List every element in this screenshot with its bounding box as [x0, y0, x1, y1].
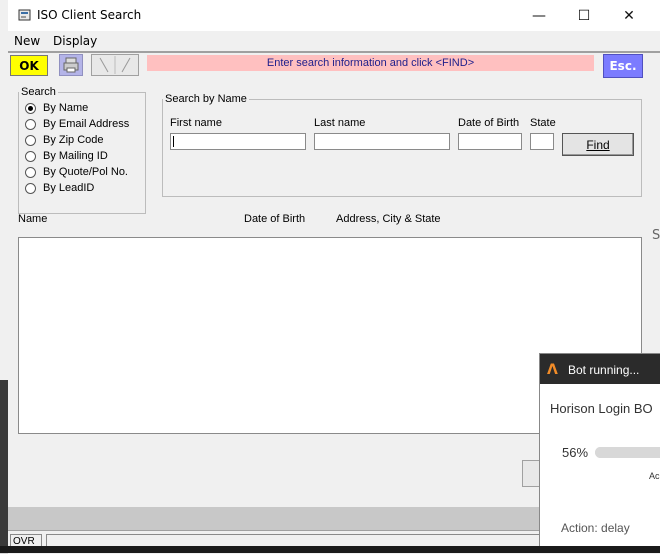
radio-by-quote[interactable]: By Quote/Pol No. [25, 164, 128, 180]
state-input[interactable] [530, 133, 554, 150]
title-bar: ISO Client Search — ☐ ✕ [8, 0, 660, 31]
menu-bar: New Display [8, 31, 660, 51]
bot-running-popup: Λ Bot running... Horison Login BO 56% Ac… [539, 353, 660, 548]
bot-popup-header: Λ Bot running... [540, 354, 660, 384]
search-type-legend: Search [21, 86, 56, 98]
bot-job-name: Horison Login BO [550, 401, 653, 416]
window-title: ISO Client Search [37, 8, 142, 22]
dob-input[interactable] [458, 133, 522, 150]
minimize-button[interactable]: — [516, 0, 562, 31]
radio-by-zip[interactable]: By Zip Code [25, 132, 104, 148]
esc-button[interactable]: Esc. [603, 54, 643, 78]
radio-button-icon [25, 118, 36, 130]
bot-progress-percent: 56% [562, 445, 589, 460]
state-label: State [530, 117, 556, 129]
app-icon [18, 9, 31, 21]
search-by-name-legend: Search by Name [165, 93, 247, 105]
menu-new[interactable]: New [14, 34, 40, 48]
last-name-label: Last name [314, 117, 366, 129]
bot-action-text: Action: delay [561, 521, 630, 535]
bot-progress-fill [595, 447, 646, 458]
radio-by-email[interactable]: By Email Address [25, 116, 129, 132]
radio-by-leadid[interactable]: By LeadID [25, 180, 94, 196]
radio-label: By Zip Code [43, 134, 104, 146]
printer-icon [63, 57, 79, 73]
bot-status-title: Bot running... [568, 363, 640, 377]
last-name-input[interactable] [314, 133, 450, 150]
find-label: Find [586, 137, 610, 152]
radio-button-icon [25, 182, 36, 194]
taskbar-strip [0, 546, 660, 553]
radio-button-icon [25, 102, 36, 114]
column-header-dob[interactable]: Date of Birth [244, 213, 305, 225]
radio-by-mailing-id[interactable]: By Mailing ID [25, 148, 108, 164]
filter-tool-button[interactable] [91, 54, 139, 76]
radio-by-name[interactable]: By Name [25, 100, 88, 116]
bot-progress-bar [595, 447, 660, 458]
radio-label: By Mailing ID [43, 150, 108, 162]
toolbar-divider [8, 51, 660, 53]
maximize-button[interactable]: ☐ [561, 0, 607, 31]
bot-action-short: Ac [649, 471, 660, 481]
radio-button-icon [25, 150, 36, 162]
radio-button-icon [25, 166, 36, 178]
text-caret [173, 136, 174, 147]
dob-label: Date of Birth [458, 117, 520, 129]
ok-button[interactable]: OK [10, 55, 48, 76]
find-button[interactable]: Find [562, 133, 634, 156]
menu-display[interactable]: Display [53, 34, 97, 48]
column-header-name[interactable]: Name [18, 213, 47, 225]
radio-label: By Email Address [43, 118, 130, 130]
print-button[interactable] [59, 54, 83, 76]
close-button[interactable]: ✕ [606, 0, 652, 31]
column-header-address[interactable]: Address, City & State [336, 213, 441, 225]
radio-label: By LeadID [43, 182, 95, 194]
bot-logo-icon: Λ [547, 362, 558, 378]
first-name-input[interactable] [170, 133, 306, 150]
instruction-message-bar: Enter search information and click <FIND… [147, 55, 594, 71]
background-window-text: S [652, 228, 660, 243]
radio-label: By Name [43, 102, 89, 114]
first-name-label: First name [170, 117, 222, 129]
background-window-edge-dark [0, 380, 8, 553]
radio-label: By Quote/Pol No. [43, 166, 128, 178]
slash-tool-icon [99, 56, 131, 74]
radio-button-icon [25, 134, 36, 146]
